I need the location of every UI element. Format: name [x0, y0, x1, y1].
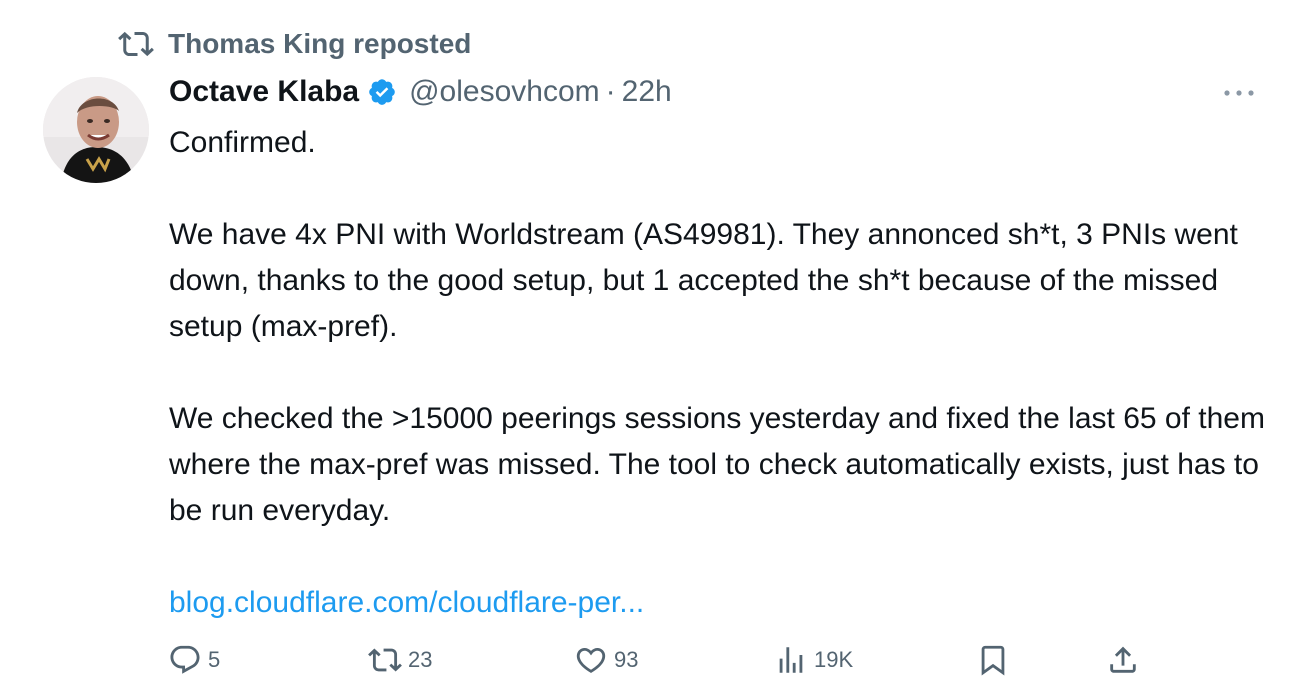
repost-context-text: Thomas King reposted — [168, 28, 472, 59]
tweet-text: Confirmed. We have 4x PNI with Worldstre… — [169, 120, 1279, 626]
share-button[interactable] — [1106, 640, 1146, 680]
verified-badge-icon[interactable] — [367, 77, 397, 107]
tweet-paragraph: Confirmed. — [169, 126, 316, 159]
share-icon — [1106, 643, 1140, 677]
reply-button[interactable]: 5 — [168, 640, 220, 680]
tweet-link[interactable]: blog.cloudflare.com/cloudflare-per... — [169, 586, 644, 619]
tweet-header: Octave Klaba @olesovhcom · 22h — [169, 70, 672, 114]
repost-count: 23 — [408, 647, 433, 672]
heart-icon — [574, 643, 608, 677]
bookmark-button[interactable] — [976, 640, 1016, 680]
views-count: 19K — [814, 647, 854, 672]
tweet-paragraph: We have 4x PNI with Worldstream (AS49981… — [169, 218, 1238, 343]
repost-button[interactable]: 23 — [368, 640, 432, 680]
bookmark-icon — [976, 643, 1010, 677]
more-icon[interactable] — [1222, 78, 1256, 108]
action-bar: 5 23 93 19K — [168, 640, 1168, 680]
repost-icon — [118, 26, 154, 62]
like-count: 93 — [614, 647, 639, 672]
repost-icon — [368, 643, 402, 677]
author-name[interactable]: Octave Klaba — [169, 75, 359, 109]
tweet-paragraph: We checked the >15000 peerings sessions … — [169, 402, 1265, 527]
views-icon — [774, 643, 808, 677]
timestamp[interactable]: 22h — [622, 75, 672, 109]
tweet[interactable]: Thomas King reposted Octave Klaba @oleso… — [0, 0, 1315, 696]
reply-icon — [168, 643, 202, 677]
separator-dot: · — [605, 75, 616, 108]
views-button[interactable]: 19K — [774, 640, 853, 680]
reply-count: 5 — [208, 647, 221, 672]
like-button[interactable]: 93 — [574, 640, 638, 680]
repost-context[interactable]: Thomas King reposted — [118, 26, 471, 62]
author-handle[interactable]: @olesovhcom — [409, 75, 600, 109]
avatar[interactable] — [43, 77, 149, 183]
